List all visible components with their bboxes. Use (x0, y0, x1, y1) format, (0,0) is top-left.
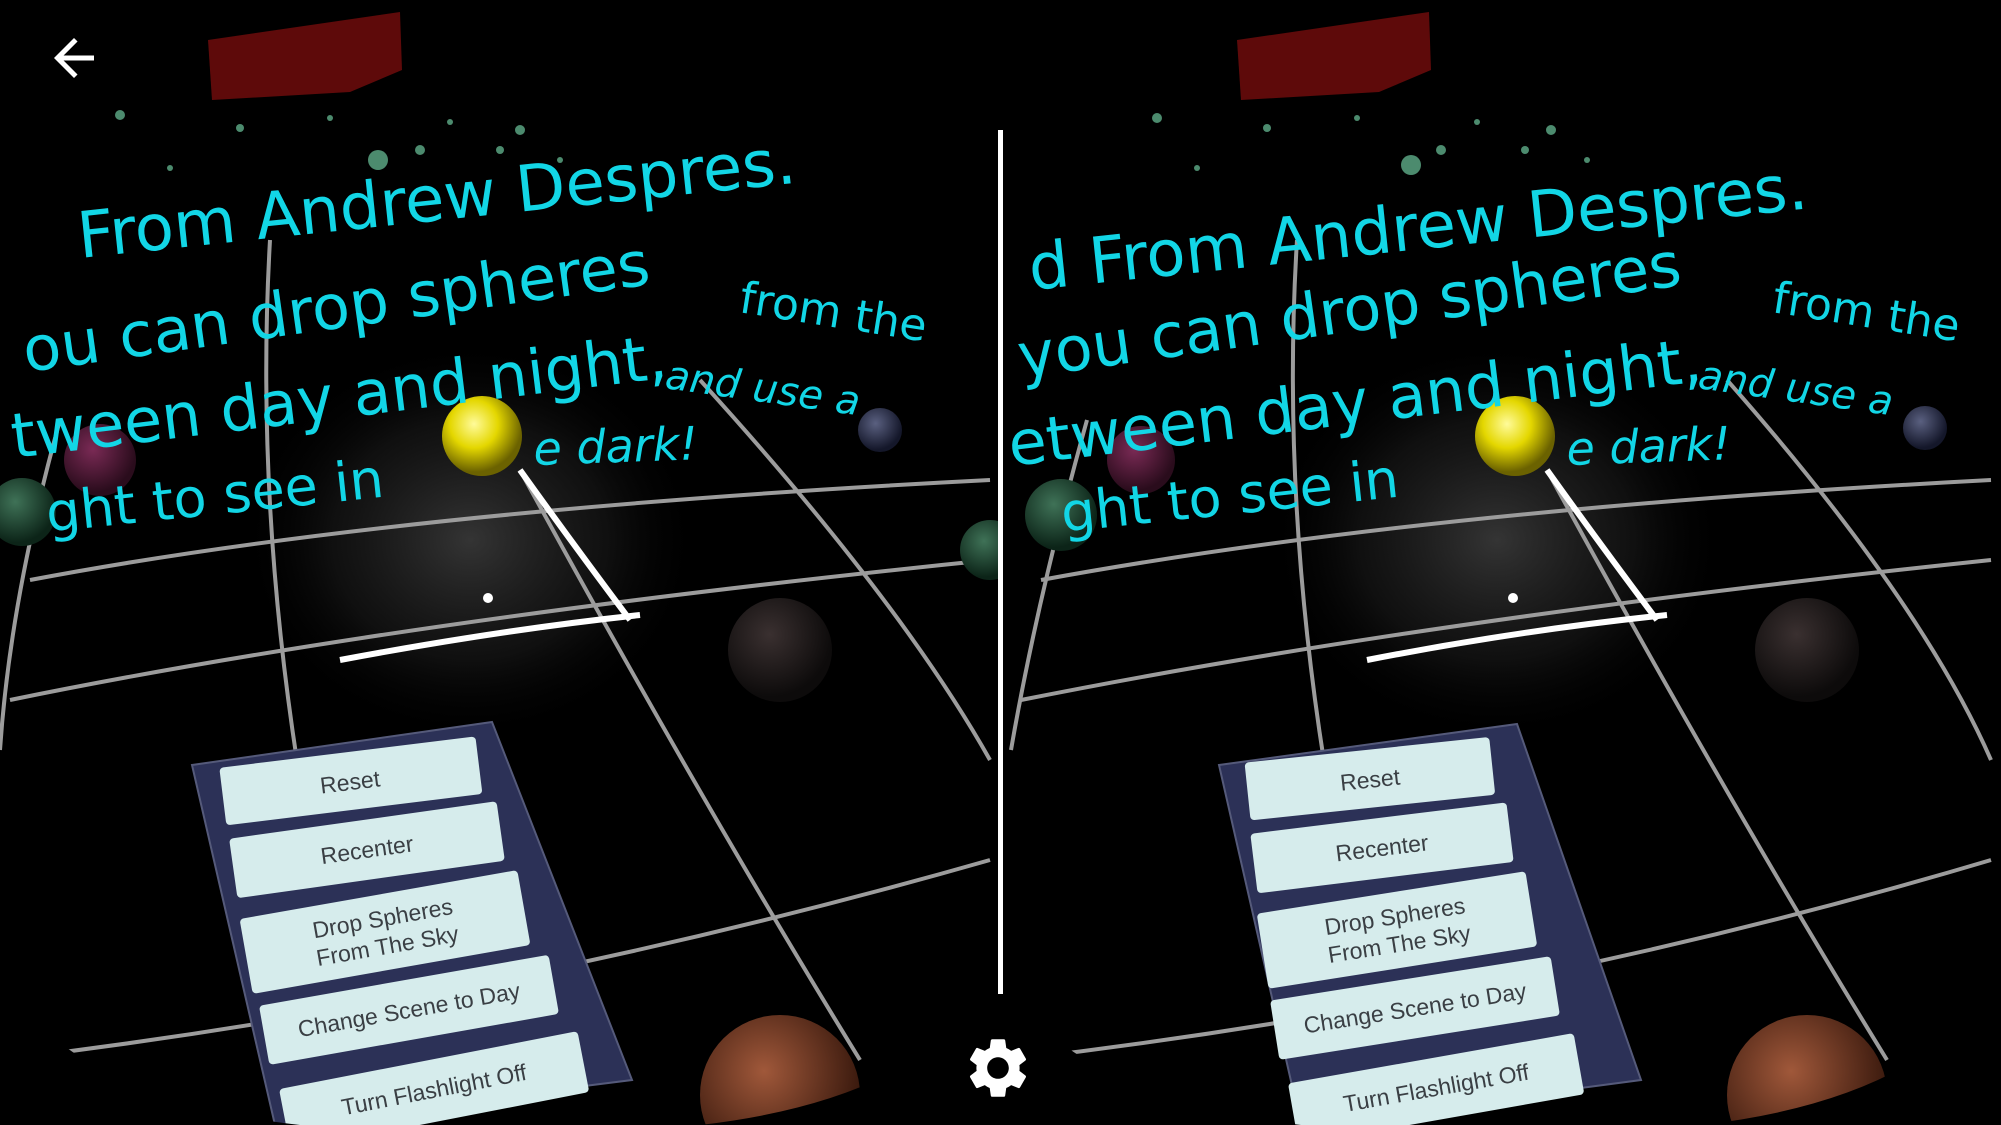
left-eye-viewport[interactable]: From Andrew Despres. ou can drop spheres… (0, 0, 1000, 1125)
gear-icon (969, 1039, 1027, 1097)
left-menu-buttons: Reset Recenter Drop Spheres From The Sky… (219, 736, 589, 1125)
vr-stereo-view: From Andrew Despres. ou can drop spheres… (0, 0, 2001, 1125)
reset-button[interactable]: Reset (1244, 737, 1496, 820)
settings-button[interactable] (962, 1032, 1038, 1108)
right-menu-buttons: Reset Recenter Drop Spheres From The Sky… (1244, 737, 1584, 1125)
eye-divider (998, 130, 1003, 994)
right-eye-viewport[interactable]: d From Andrew Despres. you can drop sphe… (1001, 0, 2001, 1125)
back-button[interactable] (44, 28, 124, 92)
arrow-back-icon (54, 38, 94, 78)
